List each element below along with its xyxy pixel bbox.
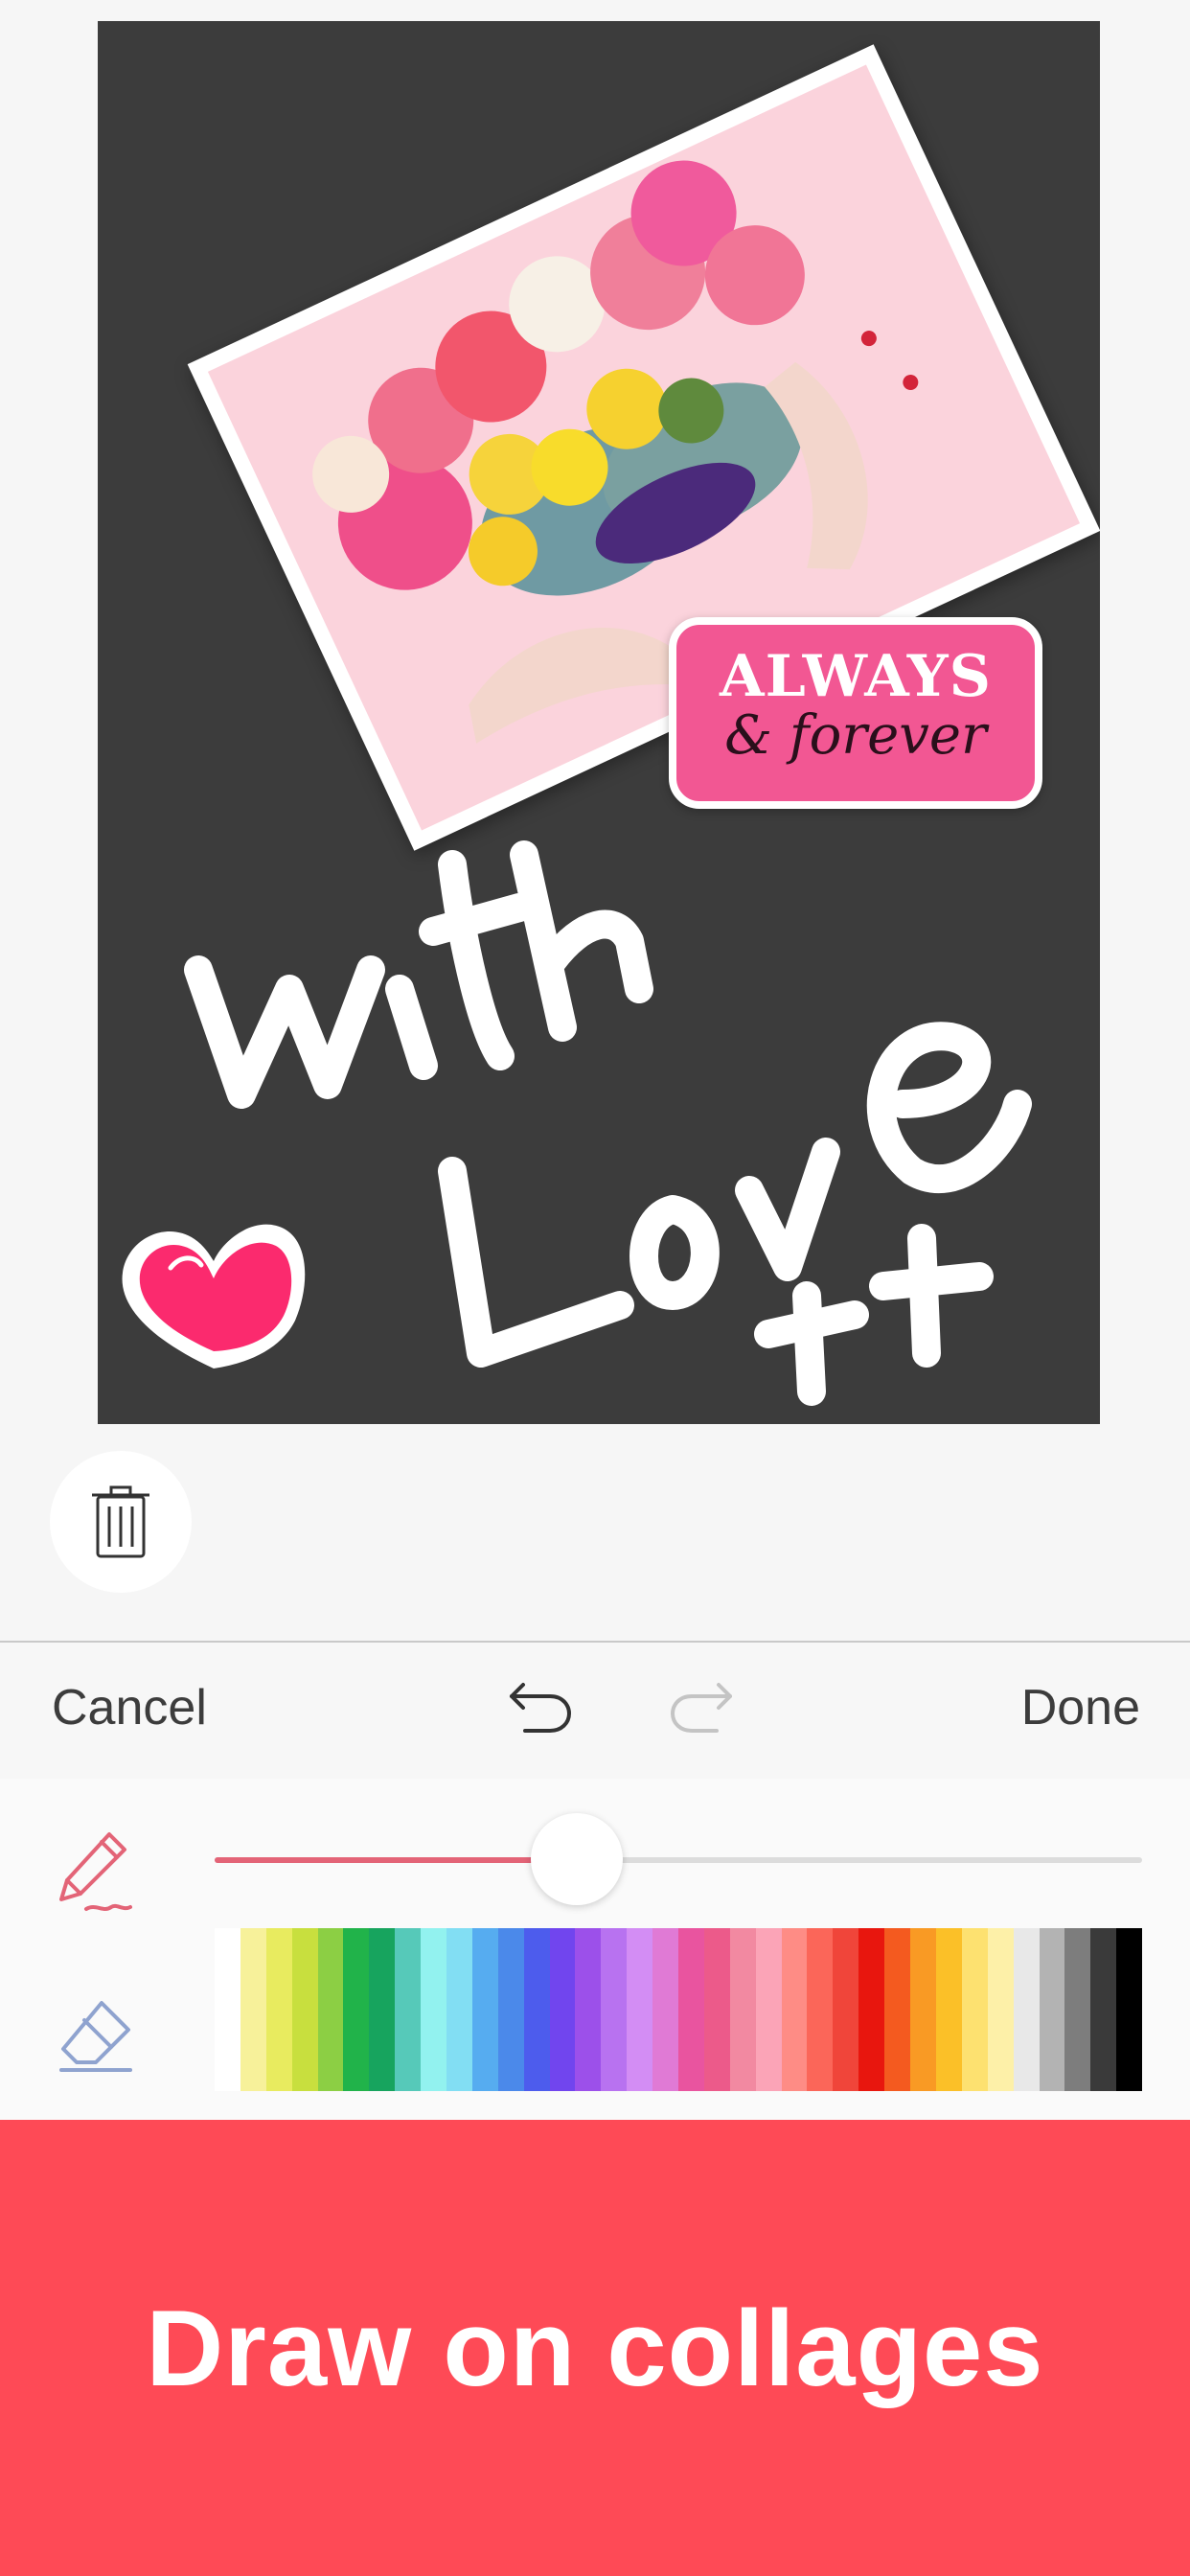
color-palette[interactable] (215, 1928, 1143, 2091)
color-swatch[interactable] (729, 1928, 756, 2091)
delete-button[interactable] (50, 1451, 192, 1593)
color-swatch[interactable] (1064, 1928, 1091, 2091)
redo-button[interactable] (667, 1677, 736, 1743)
eraser-tool[interactable] (54, 1993, 140, 2084)
color-swatch[interactable] (678, 1928, 704, 2091)
edit-toolbar: Cancel Done (0, 1643, 1190, 1779)
color-swatch[interactable] (240, 1928, 266, 2091)
color-swatch[interactable] (395, 1928, 422, 2091)
color-swatch[interactable] (935, 1928, 962, 2091)
color-swatch[interactable] (497, 1928, 524, 2091)
color-swatch[interactable] (652, 1928, 679, 2091)
collage-canvas[interactable]: ALWAYS & forever (98, 21, 1100, 1424)
color-swatch[interactable] (1090, 1928, 1117, 2091)
color-swatch[interactable] (446, 1928, 472, 2091)
color-swatch[interactable] (575, 1928, 602, 2091)
color-swatch[interactable] (833, 1928, 859, 2091)
color-swatch[interactable] (317, 1928, 344, 2091)
color-swatch[interactable] (627, 1928, 653, 2091)
color-swatch[interactable] (884, 1928, 911, 2091)
color-swatch[interactable] (215, 1928, 240, 2091)
heart-sticker[interactable] (113, 1196, 314, 1388)
color-swatch[interactable] (961, 1928, 988, 2091)
eraser-icon (59, 2001, 132, 2072)
color-swatch[interactable] (755, 1928, 782, 2091)
color-swatch[interactable] (291, 1928, 318, 2091)
color-swatch[interactable] (265, 1928, 292, 2091)
pen-tool[interactable] (50, 1827, 142, 1923)
color-swatch[interactable] (601, 1928, 628, 2091)
brush-size-thumb[interactable] (530, 1813, 623, 1905)
color-swatch[interactable] (807, 1928, 834, 2091)
color-swatch[interactable] (781, 1928, 808, 2091)
color-swatch[interactable] (910, 1928, 936, 2091)
color-swatch[interactable] (1039, 1928, 1065, 2091)
redo-icon (671, 1683, 732, 1733)
color-swatch[interactable] (1116, 1928, 1143, 2091)
color-swatch[interactable] (1013, 1928, 1040, 2091)
color-swatch[interactable] (421, 1928, 447, 2091)
color-swatch[interactable] (987, 1928, 1014, 2091)
color-swatch[interactable] (369, 1928, 396, 2091)
brush-size-fill (215, 1857, 577, 1863)
undo-icon (510, 1683, 571, 1733)
color-swatch[interactable] (858, 1928, 885, 2091)
trash-icon (92, 1485, 149, 1558)
color-swatch[interactable] (549, 1928, 576, 2091)
banner-title: Draw on collages (146, 2288, 1044, 2408)
promo-banner: Draw on collages (0, 2120, 1190, 2576)
done-button[interactable]: Done (1021, 1679, 1140, 1736)
color-swatch[interactable] (703, 1928, 730, 2091)
undo-button[interactable] (506, 1677, 575, 1743)
pen-icon (59, 1832, 132, 1911)
color-swatch[interactable] (523, 1928, 550, 2091)
color-swatch[interactable] (471, 1928, 498, 2091)
drawing-tools (0, 1779, 1190, 2120)
cancel-button[interactable]: Cancel (52, 1679, 207, 1736)
color-swatch[interactable] (343, 1928, 370, 2091)
